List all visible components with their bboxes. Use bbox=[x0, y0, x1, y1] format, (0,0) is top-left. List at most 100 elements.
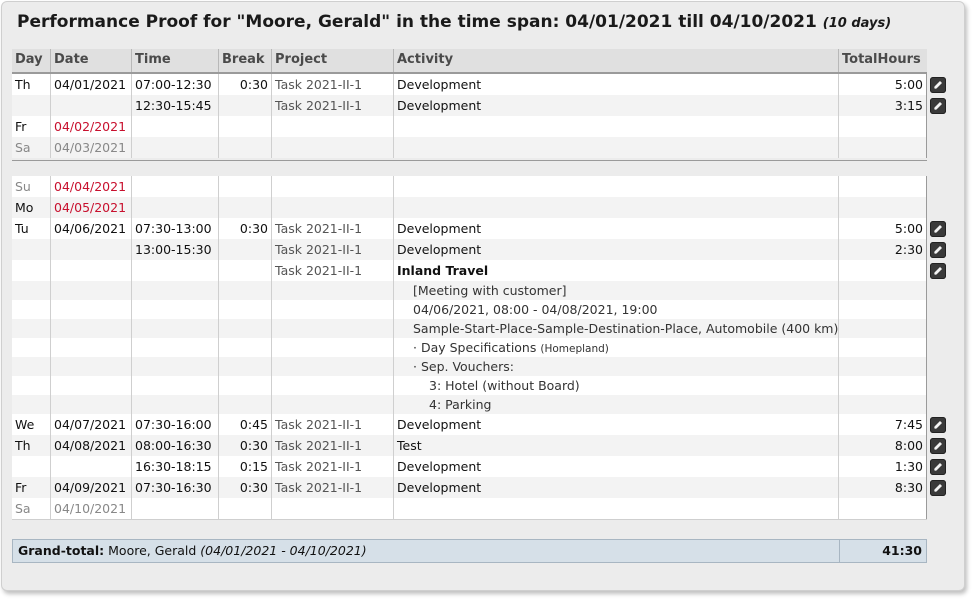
table-row: Fr 04/02/2021 bbox=[12, 116, 926, 137]
header-divider bbox=[838, 49, 839, 72]
column-divider bbox=[393, 74, 394, 158]
header-divider bbox=[218, 49, 219, 72]
travel-detail-text: · Sep. Vouchers: bbox=[413, 359, 514, 374]
travel-detail-row: · Sep. Vouchers: bbox=[12, 357, 926, 376]
hdr-date[interactable]: Date bbox=[51, 49, 131, 72]
grand-total-range: (04/01/2021 - 04/10/2021) bbox=[200, 543, 367, 558]
cell-project: Task 2021-II-1 bbox=[275, 263, 363, 278]
edit-pencil-icon[interactable] bbox=[930, 221, 946, 237]
header-divider bbox=[393, 49, 394, 72]
edit-pencil-icon[interactable] bbox=[930, 438, 946, 454]
travel-detail-note: (Homepland) bbox=[540, 343, 609, 355]
cell-day: We bbox=[15, 417, 35, 432]
column-divider bbox=[271, 74, 272, 158]
column-divider bbox=[218, 74, 219, 158]
block-separator bbox=[12, 519, 927, 520]
cell-date: 04/03/2021 bbox=[54, 140, 127, 155]
table-row: Tu 04/06/2021 07:30-13:00 0:30 Task 2021-II-… bbox=[12, 218, 946, 239]
cell-brk: 0:30 bbox=[239, 438, 268, 453]
table-row: Th 04/01/2021 07:00-12:30 0:30 Task 2021-II-… bbox=[12, 74, 946, 95]
cell-day: Sa bbox=[15, 501, 31, 516]
table-row: Mo 04/05/2021 bbox=[12, 197, 926, 218]
column-divider bbox=[50, 176, 51, 519]
table-row: Su 04/04/2021 bbox=[12, 176, 926, 197]
block-separator bbox=[12, 160, 927, 161]
cell-time: 07:30-16:30 bbox=[135, 480, 212, 495]
cell-hours: 2:30 bbox=[894, 242, 923, 257]
cell-project: Task 2021-II-1 bbox=[275, 417, 363, 432]
cell-day: Th bbox=[15, 77, 31, 92]
cell-hours: 3:15 bbox=[894, 98, 923, 113]
edit-pencil-icon[interactable] bbox=[930, 417, 946, 433]
cell-date: 04/09/2021 bbox=[54, 480, 127, 495]
travel-detail-text: [Meeting with customer] bbox=[413, 283, 567, 298]
cell-hours: 8:30 bbox=[894, 480, 923, 495]
hdr-break[interactable]: Break bbox=[219, 49, 271, 72]
cell-brk: 0:30 bbox=[239, 480, 268, 495]
table-right-border bbox=[926, 74, 927, 158]
cell-activity: Development bbox=[397, 242, 482, 257]
cell-time: 16:30-18:15 bbox=[135, 459, 212, 474]
cell-activity: Development bbox=[397, 459, 482, 474]
hdr-project[interactable]: Project bbox=[272, 49, 393, 72]
column-divider bbox=[131, 176, 132, 519]
column-divider bbox=[131, 74, 132, 158]
cell-project: Task 2021-II-1 bbox=[275, 242, 363, 257]
header-divider bbox=[50, 49, 51, 72]
edit-pencil-icon[interactable] bbox=[930, 263, 946, 279]
cell-date: 04/01/2021 bbox=[54, 77, 127, 92]
cell-time: 07:30-13:00 bbox=[135, 221, 212, 236]
cell-time: 12:30-15:45 bbox=[135, 98, 212, 113]
cell-hours: 5:00 bbox=[894, 221, 923, 236]
table-row: Sa 04/10/2021 bbox=[12, 498, 926, 519]
grand-total-person: Moore, Gerald bbox=[108, 543, 197, 558]
hdr-activity[interactable]: Activity bbox=[394, 49, 838, 72]
cell-hours: 8:00 bbox=[894, 438, 923, 453]
edit-pencil-icon[interactable] bbox=[930, 77, 946, 93]
travel-detail-row: Sample-Start-Place-Sample-Destination-Pl… bbox=[12, 319, 926, 338]
hdr-day[interactable]: Day bbox=[12, 49, 50, 72]
cell-time: 07:30-16:00 bbox=[135, 417, 212, 432]
grand-total-line: Grand-total: Moore, Gerald (04/01/2021 -… bbox=[15, 540, 367, 562]
travel-detail-text: · Day Specifications (Homepland) bbox=[413, 340, 609, 355]
travel-detail-text: 4: Parking bbox=[429, 397, 492, 412]
edit-pencil-icon[interactable] bbox=[930, 242, 946, 258]
cell-activity: Development bbox=[397, 98, 482, 113]
cell-hours: 1:30 bbox=[894, 459, 923, 474]
cell-time: 08:00-16:30 bbox=[135, 438, 212, 453]
hdr-totalhours[interactable]: TotalHours bbox=[839, 49, 926, 72]
travel-detail-row: 3: Hotel (without Board) bbox=[12, 376, 926, 395]
cell-date: 04/05/2021 bbox=[54, 200, 127, 215]
cell-activity: Development bbox=[397, 480, 482, 495]
table-header: Day Date Time Break Project Activity TotalHour… bbox=[12, 49, 927, 74]
edit-pencil-icon[interactable] bbox=[930, 98, 946, 114]
column-divider bbox=[393, 176, 394, 519]
table-row: 13:00-15:30 Task 2021-II-1 Development 2:30 bbox=[12, 239, 946, 260]
column-divider bbox=[838, 74, 839, 158]
travel-detail-row: 4: Parking bbox=[12, 395, 926, 414]
hdr-time[interactable]: Time bbox=[132, 49, 218, 72]
cell-date: 04/06/2021 bbox=[54, 221, 127, 236]
table-row: Fr 04/09/2021 07:30-16:30 0:30 Task 2021-II-… bbox=[12, 477, 946, 498]
grand-total-label: Grand-total: bbox=[18, 543, 105, 558]
cell-time: 07:00-12:30 bbox=[135, 77, 212, 92]
cell-day: Fr bbox=[15, 119, 27, 134]
title-text: Performance Proof for "Moore, Gerald" in… bbox=[17, 12, 817, 32]
cell-brk: 0:15 bbox=[239, 459, 268, 474]
cell-brk: 0:45 bbox=[239, 417, 268, 432]
cell-hours: 7:45 bbox=[894, 417, 923, 432]
header-divider bbox=[131, 49, 132, 72]
cell-time: 13:00-15:30 bbox=[135, 242, 212, 257]
edit-pencil-icon[interactable] bbox=[930, 459, 946, 475]
page-title: Performance Proof for "Moore, Gerald" in… bbox=[17, 12, 891, 32]
grand-total-row: Grand-total: Moore, Gerald (04/01/2021 -… bbox=[12, 539, 927, 563]
cell-activity: Development bbox=[397, 77, 482, 92]
cell-activity: Test bbox=[397, 438, 422, 453]
title-span-days: (10 days) bbox=[822, 16, 892, 31]
cell-day: Fr bbox=[15, 480, 27, 495]
cell-day: Tu bbox=[15, 221, 29, 236]
edit-pencil-icon[interactable] bbox=[930, 480, 946, 496]
table-row: Sa 04/03/2021 bbox=[12, 137, 926, 158]
cell-date: 04/02/2021 bbox=[54, 119, 127, 134]
column-divider bbox=[218, 176, 219, 519]
